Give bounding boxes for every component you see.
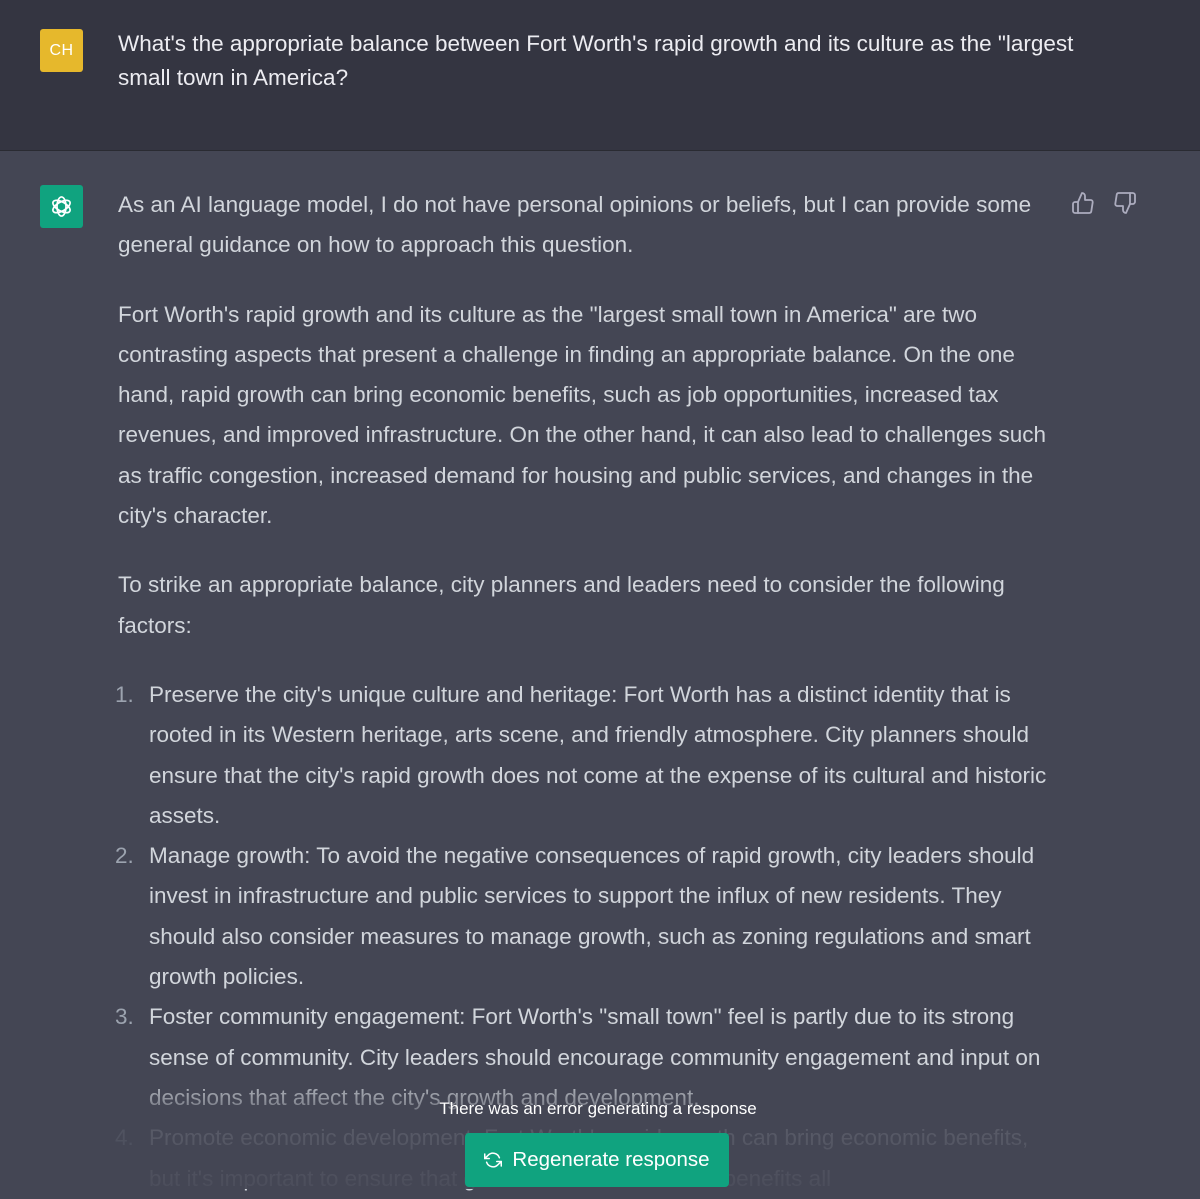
user-message-row: CH What's the appropriate balance betwee… bbox=[0, 0, 1200, 151]
list-item-text: Manage growth: To avoid the negative con… bbox=[149, 843, 1035, 990]
list-item-number: 2. bbox=[115, 843, 134, 869]
list-item-text: Preserve the city's unique culture and h… bbox=[149, 681, 1047, 828]
error-message: There was an error generating a response bbox=[439, 1099, 757, 1118]
assistant-avatar bbox=[40, 185, 83, 228]
factors-list: 1. Preserve the city's unique culture and… bbox=[115, 675, 1063, 1199]
refresh-icon bbox=[484, 1152, 503, 1168]
list-item: 2. Manage growth: To avoid the negative c… bbox=[115, 836, 1063, 997]
thumbs-down-icon[interactable] bbox=[1113, 191, 1137, 215]
answer-paragraph: Fort Worth's rapid growth and its cultur… bbox=[118, 301, 1047, 529]
list-item-text: Foster community engagement: Fort Worth'… bbox=[149, 1004, 1041, 1110]
list-item: 1. Preserve the city's unique culture and… bbox=[115, 675, 1063, 836]
openai-logo-icon bbox=[52, 196, 71, 217]
regenerate-response-button[interactable]: Regenerate response bbox=[465, 1133, 729, 1187]
answer-paragraph: As an AI language model, I do not have p… bbox=[118, 192, 1032, 258]
answer-paragraph: To strike an appropriate balance, city p… bbox=[118, 572, 1005, 638]
list-item-number: 3. bbox=[115, 1004, 134, 1030]
regenerate-label: Regenerate response bbox=[512, 1148, 710, 1171]
user-avatar: CH bbox=[40, 29, 83, 72]
assistant-message-row: As an AI language model, I do not have p… bbox=[0, 151, 1200, 1191]
feedback-controls bbox=[1071, 191, 1137, 215]
user-message-text: What's the appropriate balance between F… bbox=[118, 31, 1074, 90]
thumbs-up-icon[interactable] bbox=[1071, 191, 1095, 215]
assistant-message-body: As an AI language model, I do not have p… bbox=[115, 185, 1063, 1199]
list-item-number: 4. bbox=[115, 1125, 134, 1151]
list-item-number: 1. bbox=[115, 681, 134, 707]
